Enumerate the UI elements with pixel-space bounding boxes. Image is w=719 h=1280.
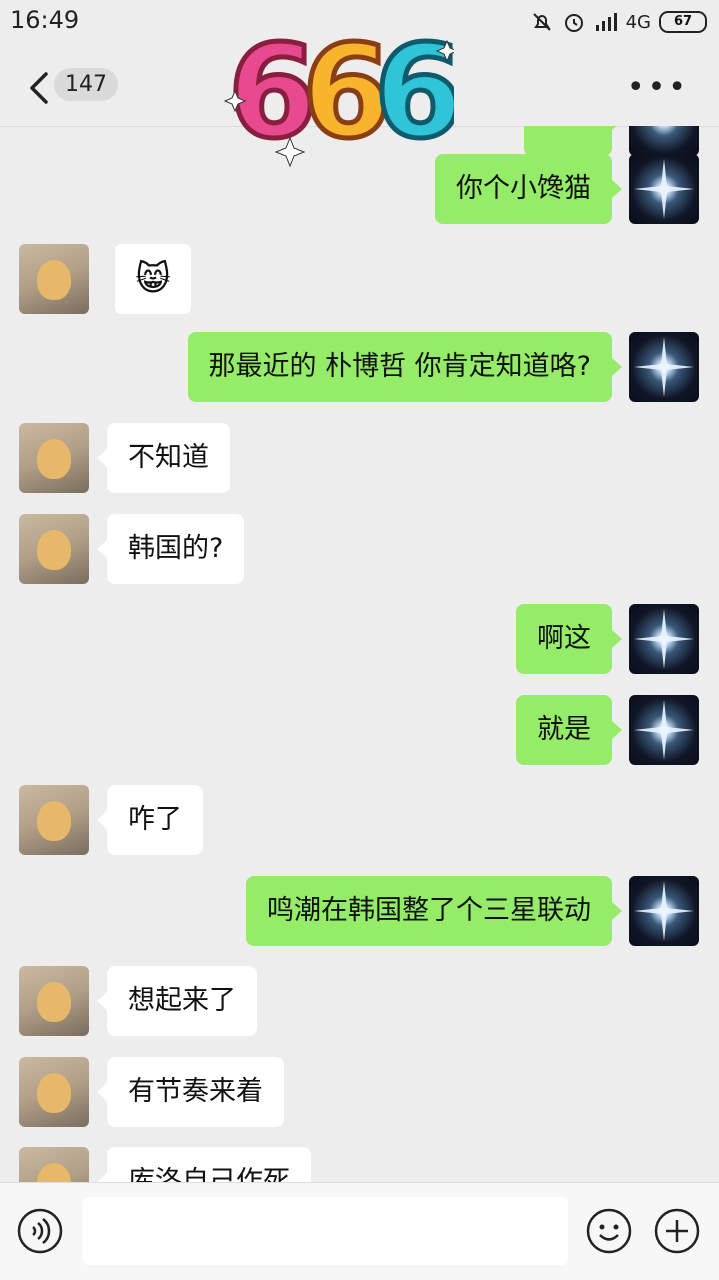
network-type: 4G	[625, 11, 651, 33]
message-bubble-incoming[interactable]: 咋了	[97, 785, 203, 855]
message-list[interactable]: 你个小馋猫 😸 那最近的 朴博哲 你肯定知道咯? 不知道 韩国的? 啊这 就是 …	[0, 126, 719, 1182]
my-avatar[interactable]	[629, 126, 699, 156]
my-avatar[interactable]	[629, 695, 699, 765]
emoji-message[interactable]: 😸	[115, 244, 191, 314]
message-bubble-outgoing[interactable]: 啊这	[516, 604, 622, 674]
message-bubble-incoming[interactable]: 想起来了	[97, 966, 257, 1036]
signal-icon	[595, 13, 617, 31]
my-avatar[interactable]	[629, 332, 699, 402]
contact-avatar[interactable]	[19, 785, 89, 855]
unread-count-badge[interactable]: 147	[54, 68, 118, 101]
my-avatar[interactable]	[629, 154, 699, 224]
add-more-icon[interactable]	[654, 1208, 700, 1254]
mute-bell-icon	[532, 13, 551, 31]
message-input[interactable]	[83, 1197, 568, 1265]
svg-text:6: 6	[374, 18, 454, 167]
status-icons: 4G 67	[530, 8, 707, 36]
more-options-icon[interactable]: •••	[627, 70, 689, 105]
input-bar	[0, 1182, 719, 1280]
contact-avatar[interactable]	[19, 1057, 89, 1127]
contact-avatar[interactable]	[19, 1147, 89, 1182]
message-bubble-incoming[interactable]: 库洛自己作死	[97, 1147, 311, 1182]
sticker-666: 6 6 6	[223, 16, 454, 168]
my-avatar[interactable]	[629, 604, 699, 674]
voice-input-icon[interactable]	[17, 1208, 63, 1254]
message-bubble-incoming[interactable]: 有节奏来着	[97, 1057, 284, 1127]
message-bubble-outgoing[interactable]: 你个小馋猫	[435, 154, 622, 224]
my-avatar[interactable]	[629, 876, 699, 946]
message-bubble-outgoing[interactable]: 鸣潮在韩国整了个三星联动	[246, 876, 622, 946]
status-time: 16:49	[10, 6, 80, 34]
message-bubble-outgoing[interactable]: 就是	[516, 695, 622, 765]
contact-avatar[interactable]	[19, 244, 89, 314]
message-bubble-incoming[interactable]: 韩国的?	[96, 514, 245, 584]
contact-avatar[interactable]	[19, 514, 89, 584]
emoji-icon[interactable]	[586, 1208, 632, 1254]
alarm-icon	[564, 14, 583, 32]
message-bubble-incoming[interactable]: 不知道	[97, 423, 230, 493]
message-bubble-partial[interactable]	[524, 126, 622, 156]
message-bubble-outgoing[interactable]: 那最近的 朴博哲 你肯定知道咯?	[187, 332, 622, 402]
battery-indicator: 67	[659, 11, 707, 33]
contact-avatar[interactable]	[19, 966, 89, 1036]
contact-avatar[interactable]	[19, 423, 89, 493]
